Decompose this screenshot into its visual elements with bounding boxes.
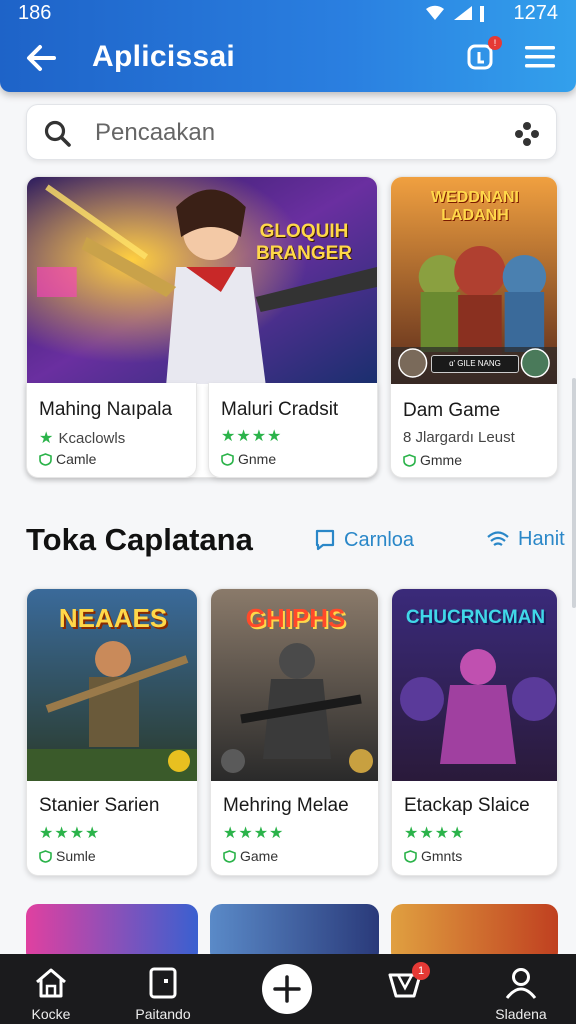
- wifi-icon: [487, 530, 509, 546]
- shield-check-icon: [39, 453, 52, 466]
- nav-item-profile[interactable]: Sladena: [476, 954, 566, 1024]
- shield-check-icon: [403, 454, 416, 467]
- card-subtitle-text: Kcaclowls: [58, 430, 126, 447]
- art-caption: ɑ' GILE NANG: [431, 355, 519, 373]
- featured-art-logo: GLOQUIH BRANGER: [255, 221, 353, 264]
- game-card[interactable]: GHIPHS Mehring Melae ★★★★ Game: [210, 588, 379, 876]
- section-link-1-label: Carnloa: [344, 528, 415, 551]
- section-title: Toka Caplatana: [26, 522, 253, 557]
- game-card[interactable]: CHUCRNCMAN Etackap Slaice ★★★★ Gmnts: [391, 588, 558, 876]
- star-rating: ★★★★: [404, 825, 466, 842]
- card-title: Stanier Sarien: [39, 795, 160, 816]
- shield-check-icon: [223, 850, 236, 863]
- nav-label: Sladena: [495, 1006, 547, 1022]
- game-logo: GHIPHS: [245, 603, 346, 633]
- status-clock: 1274: [513, 2, 559, 24]
- signal-icon: [454, 6, 472, 20]
- featured-card[interactable]: WEDDNANI LADANH ɑ' GILE NANG Dam Game 8 …: [390, 176, 558, 478]
- star-rating: ★★★★: [221, 428, 283, 445]
- featured-art-logo: WEDDNANI LADANH: [431, 189, 519, 224]
- card-tag: Camle: [39, 451, 96, 467]
- card-tag-text: Gmnts: [421, 848, 463, 864]
- search-input[interactable]: [95, 115, 495, 151]
- featured-banner-art: [27, 177, 377, 384]
- card-subtitle: 8 Jlargardı Leust: [403, 429, 515, 446]
- notification-button[interactable]: !: [464, 36, 502, 74]
- battery-icon: [480, 6, 484, 22]
- status-time: 186: [18, 2, 52, 24]
- nav-item-home[interactable]: Kocke: [6, 954, 96, 1024]
- scrollbar[interactable]: [572, 378, 576, 608]
- back-arrow-icon[interactable]: [22, 38, 62, 78]
- gamepad-icon[interactable]: [512, 119, 542, 149]
- shield-check-icon: [221, 453, 234, 466]
- card-title: Mahing Naıpala: [39, 399, 173, 420]
- bottom-navigation: Kocke Paitando 1 Sladena: [0, 954, 576, 1024]
- status-icons: [424, 4, 484, 22]
- card-tag-text: Game: [240, 848, 279, 864]
- star-rating: ★★★★: [223, 825, 285, 842]
- nav-item-basket[interactable]: 1: [360, 954, 450, 1024]
- basket-badge: 1: [412, 962, 430, 980]
- home-icon: [36, 968, 66, 998]
- card-tag-text: Gnme: [238, 451, 277, 467]
- card-tag: Gmme: [403, 452, 462, 468]
- star-rating: ★★★★: [39, 825, 101, 842]
- featured-card-1-info[interactable]: Mahing Naıpala ★ Kcaclowls Camle: [26, 383, 197, 478]
- card-title: Maluri Cradsit: [221, 399, 339, 420]
- card-subtitle: ★ Kcaclowls: [39, 428, 125, 448]
- wifi-icon: [426, 5, 444, 20]
- featured-card-2-info[interactable]: Maluri Cradsit ★★★★ Gnme: [208, 383, 378, 478]
- game-logo: NEAAES: [58, 603, 168, 633]
- profile-icon: [505, 968, 537, 999]
- card-tag-text: Sumle: [56, 848, 96, 864]
- search-icon: [44, 120, 71, 147]
- game-card[interactable]: NEAAES Stanier Sarien ★★★★ Sumle: [26, 588, 198, 876]
- page-title: Aplicissai: [92, 40, 236, 73]
- plus-icon: [273, 975, 301, 1003]
- section-link-2-label: Hanit: [518, 528, 565, 550]
- shield-check-icon: [404, 850, 417, 863]
- page-icon: [149, 967, 177, 999]
- add-button[interactable]: [262, 964, 312, 1014]
- card-tag: Game: [223, 848, 278, 864]
- notification-badge: !: [488, 36, 502, 50]
- card-tag-text: Gmme: [420, 452, 462, 468]
- search-bar[interactable]: [26, 104, 557, 160]
- chat-bubble-icon: [315, 529, 335, 551]
- card-title: Mehring Melae: [223, 795, 349, 816]
- card-title: Etackap Slaice: [404, 795, 530, 816]
- hamburger-menu-icon[interactable]: [522, 42, 558, 72]
- card-title: Dam Game: [403, 400, 501, 421]
- status-bar: 186 1274: [0, 0, 576, 28]
- game-logo: CHUCRNCMAN: [405, 607, 546, 628]
- section-link-1[interactable]: Carnloa: [314, 528, 414, 552]
- nav-label: Kocke: [31, 1006, 71, 1022]
- shield-check-icon: [39, 850, 52, 863]
- card-tag: Sumle: [39, 848, 96, 864]
- star-icon: ★: [39, 430, 55, 447]
- app-bar: 186 1274 Aplicissai !: [0, 0, 576, 92]
- card-tag: Gmnts: [404, 848, 462, 864]
- nav-item-page[interactable]: Paitando: [118, 954, 208, 1024]
- nav-label: Paitando: [135, 1006, 191, 1022]
- section-link-2[interactable]: Hanit: [486, 528, 565, 551]
- card-tag: Gnme: [221, 451, 276, 467]
- card-tag-text: Camle: [56, 451, 97, 467]
